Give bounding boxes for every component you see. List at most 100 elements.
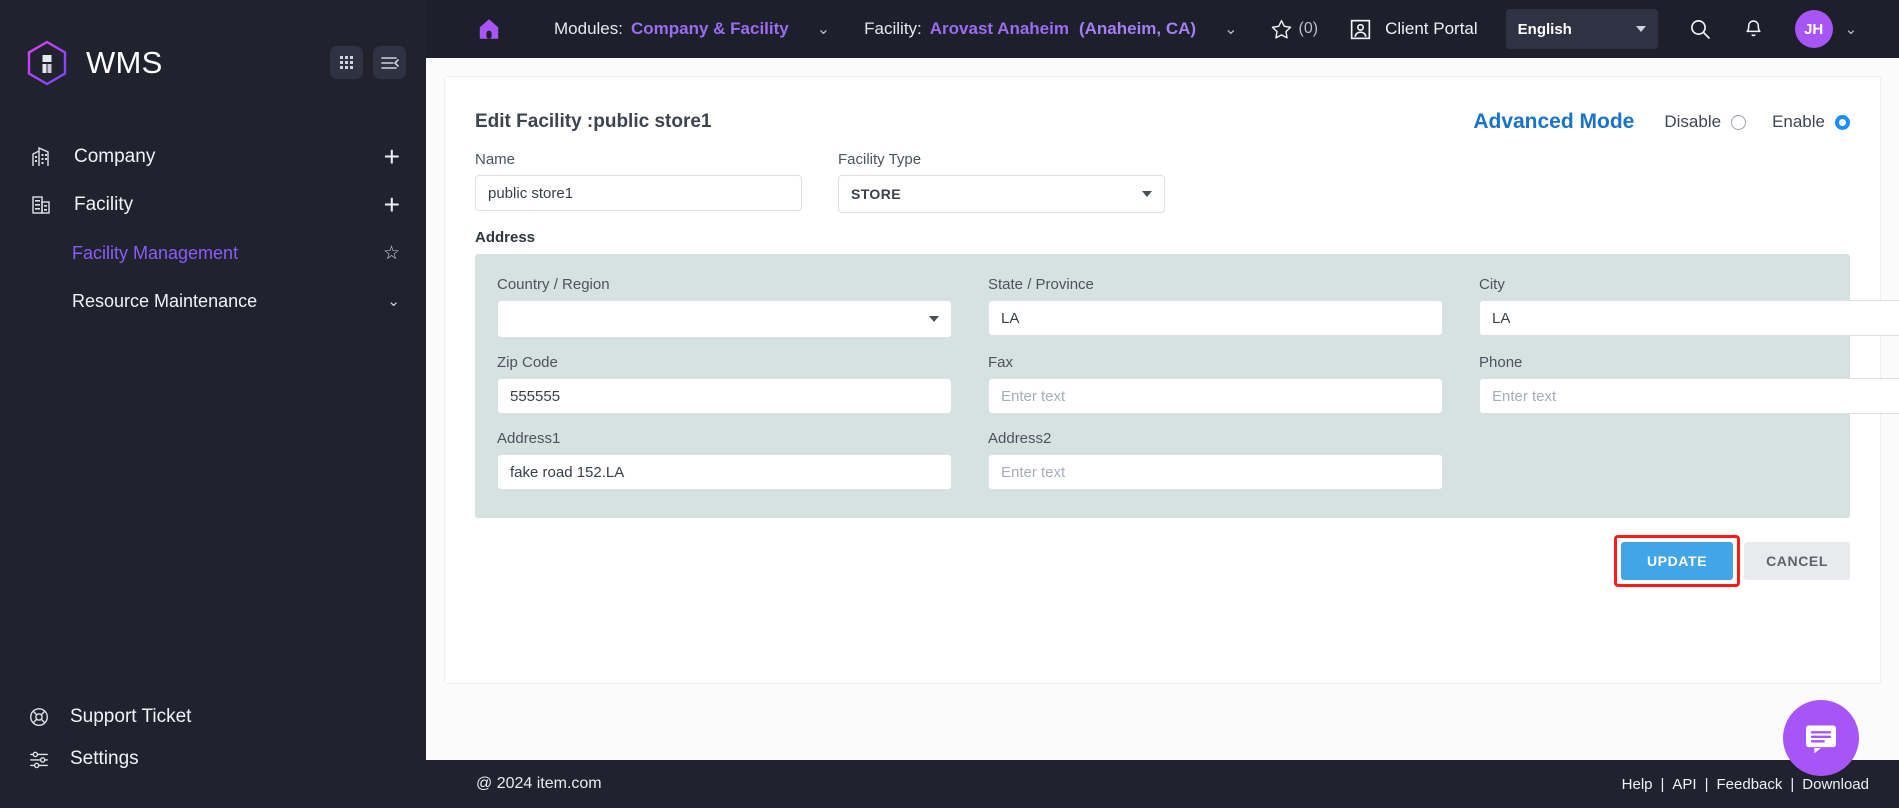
star-icon[interactable]: ☆ xyxy=(383,242,400,265)
fax-input[interactable] xyxy=(988,378,1443,414)
footer-link-feedback[interactable]: Feedback xyxy=(1717,776,1783,793)
topbar: Modules: Company & Facility ⌄ Facility: … xyxy=(426,0,1899,58)
home-icon[interactable] xyxy=(476,16,502,42)
zip-code-input[interactable] xyxy=(497,378,952,414)
support-ticket-icon xyxy=(26,704,52,730)
country-region-select[interactable] xyxy=(497,300,952,338)
phone-field-group: Phone xyxy=(1479,354,1899,414)
add-company-icon[interactable]: + xyxy=(384,143,400,171)
footer-link-help[interactable]: Help xyxy=(1622,776,1653,793)
language-value: English xyxy=(1518,21,1572,38)
apps-grid-icon[interactable] xyxy=(330,46,363,79)
radio-disable-dot[interactable] xyxy=(1731,115,1746,130)
name-input[interactable] xyxy=(475,175,802,211)
state-province-label: State / Province xyxy=(988,276,1443,293)
address-grid: Country / Region State / Province City xyxy=(497,276,1828,490)
form-actions: UPDATE CANCEL xyxy=(1614,535,1850,587)
advanced-mode-label[interactable]: Advanced Mode xyxy=(1473,110,1634,134)
sidebar-item-settings[interactable]: Settings xyxy=(0,738,426,780)
modules-chevron-down-icon[interactable]: ⌄ xyxy=(817,19,830,39)
facility-selector[interactable]: Facility: Arovast Anaheim (Anaheim, CA) xyxy=(864,19,1196,39)
client-portal-label: Client Portal xyxy=(1385,19,1478,39)
hexagon-box-logo xyxy=(26,40,68,86)
state-province-field-group: State / Province xyxy=(988,276,1443,338)
modules-selector[interactable]: Modules: Company & Facility xyxy=(554,19,789,39)
copyright-text: @ 2024 item.com xyxy=(476,775,602,793)
sidebar-bottom-nav: Support Ticket Settings xyxy=(0,696,426,780)
add-facility-icon[interactable]: + xyxy=(384,191,400,219)
facility-label: Facility: xyxy=(864,19,922,39)
city-label: City xyxy=(1479,276,1899,293)
facility-value: Arovast Anaheim xyxy=(930,19,1069,39)
state-province-input[interactable] xyxy=(988,300,1443,336)
sidebar-item-facility[interactable]: Facility + xyxy=(0,181,426,229)
modules-label: Modules: xyxy=(554,19,623,39)
chevron-down-icon[interactable]: ⌄ xyxy=(387,292,400,310)
chat-message-icon xyxy=(1801,718,1841,758)
country-region-label: Country / Region xyxy=(497,276,952,293)
update-button-highlight: UPDATE xyxy=(1614,535,1740,587)
facility-type-select[interactable]: STORE xyxy=(838,175,1165,213)
footer-link-api[interactable]: API xyxy=(1672,776,1696,793)
chat-fab-button[interactable] xyxy=(1783,700,1859,776)
sidebar-item-facility-management-label: Facility Management xyxy=(72,243,238,264)
sidebar-item-support-ticket[interactable]: Support Ticket xyxy=(0,696,426,738)
radio-enable-label: Enable xyxy=(1772,112,1825,132)
city-input[interactable] xyxy=(1479,300,1899,336)
footer: @ 2024 item.com Help | API | Feedback | … xyxy=(426,760,1899,808)
radio-enable-dot[interactable] xyxy=(1835,115,1850,130)
brand-buttons xyxy=(330,46,426,79)
star-outline-icon xyxy=(1270,18,1293,41)
footer-separator: | xyxy=(1705,776,1709,793)
zip-code-field-group: Zip Code xyxy=(497,354,952,414)
notification-bell-icon[interactable] xyxy=(1742,18,1765,41)
address2-field-group: Address2 xyxy=(988,430,1443,490)
sidebar-item-company[interactable]: Company + xyxy=(0,133,426,181)
facility-type-label: Facility Type xyxy=(838,151,1165,168)
sidebar-item-resource-maintenance[interactable]: Resource Maintenance ⌄ xyxy=(0,277,426,325)
edit-facility-card: Edit Facility :public store1 Advanced Mo… xyxy=(444,76,1881,684)
zip-code-label: Zip Code xyxy=(497,354,952,371)
phone-input[interactable] xyxy=(1479,378,1899,414)
favorites-star[interactable]: (0) xyxy=(1270,18,1319,41)
chevron-down-icon xyxy=(1636,26,1646,32)
radio-enable[interactable]: Enable xyxy=(1772,112,1850,132)
app-root: WMS xyxy=(0,0,1899,808)
card-header: Edit Facility :public store1 Advanced Mo… xyxy=(475,101,1850,143)
page-title: Edit Facility :public store1 xyxy=(475,111,712,133)
brand-header: WMS xyxy=(0,0,426,125)
radio-disable[interactable]: Disable xyxy=(1664,112,1746,132)
sidebar-item-facility-management[interactable]: Facility Management ☆ xyxy=(0,229,426,277)
collapse-menu-icon[interactable] xyxy=(373,46,406,79)
client-portal-icon xyxy=(1348,17,1373,42)
avatar[interactable]: JH xyxy=(1795,10,1833,48)
sidebar-item-company-label: Company xyxy=(74,146,155,168)
language-select[interactable]: English xyxy=(1506,9,1658,49)
sidebar: WMS xyxy=(0,0,426,808)
chevron-down-icon xyxy=(1142,191,1152,197)
phone-label: Phone xyxy=(1479,354,1899,371)
address2-input[interactable] xyxy=(988,454,1443,490)
footer-separator: | xyxy=(1790,776,1794,793)
sidebar-item-settings-label: Settings xyxy=(70,748,139,770)
address1-label: Address1 xyxy=(497,430,952,447)
address2-label: Address2 xyxy=(988,430,1443,447)
account-chevron-down-icon[interactable]: ⌄ xyxy=(1845,20,1858,38)
favorites-count: (0) xyxy=(1299,20,1319,38)
footer-links: Help | API | Feedback | Download xyxy=(1622,776,1869,793)
fax-label: Fax xyxy=(988,354,1443,371)
company-building-icon xyxy=(28,144,54,170)
sidebar-item-support-ticket-label: Support Ticket xyxy=(70,706,191,728)
address-panel: Country / Region State / Province City xyxy=(475,254,1850,518)
radio-disable-label: Disable xyxy=(1664,112,1721,132)
cancel-button[interactable]: CANCEL xyxy=(1744,542,1850,580)
facility-chevron-down-icon[interactable]: ⌄ xyxy=(1224,19,1237,39)
facility-type-field-group: Facility Type STORE xyxy=(838,151,1165,213)
search-icon[interactable] xyxy=(1688,17,1712,41)
update-button[interactable]: UPDATE xyxy=(1621,542,1733,580)
address1-input[interactable] xyxy=(497,454,952,490)
sidebar-item-facility-label: Facility xyxy=(74,194,133,216)
client-portal-button[interactable]: Client Portal xyxy=(1348,17,1478,42)
footer-link-download[interactable]: Download xyxy=(1802,776,1869,793)
advanced-mode-radio-group: Disable Enable xyxy=(1664,112,1850,132)
